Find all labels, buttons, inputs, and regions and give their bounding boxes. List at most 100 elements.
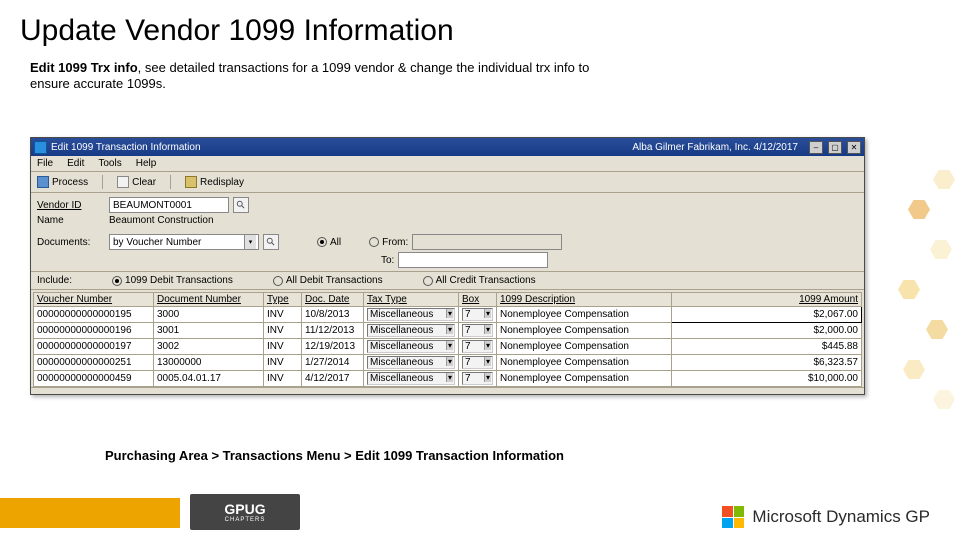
clear-label: Clear	[132, 177, 156, 188]
cell-type: INV	[264, 355, 302, 371]
cell-voucher: 00000000000000197	[34, 339, 154, 355]
menu-help[interactable]: Help	[136, 158, 157, 169]
label-include: Include:	[37, 275, 72, 286]
gpug-logo-text: GPUG	[224, 501, 265, 517]
cell-type: INV	[264, 323, 302, 339]
radio-all-debit[interactable]: All Debit Transactions	[273, 275, 383, 286]
radio-all[interactable]: All	[317, 237, 341, 248]
documents-lookup-button[interactable]	[263, 234, 279, 250]
table-row[interactable]: 000000000000001973002INV12/19/2013Miscel…	[34, 339, 862, 355]
radio-all-label: All	[330, 237, 341, 248]
transactions-table: Voucher Number Document Number Type Doc.…	[33, 292, 862, 387]
menu-edit[interactable]: Edit	[67, 158, 84, 169]
cell-date: 4/12/2017	[302, 371, 364, 387]
radio-dot-icon	[317, 237, 327, 247]
cell-box[interactable]: 7	[459, 371, 497, 387]
redisplay-icon	[185, 176, 197, 188]
label-name: Name	[37, 215, 105, 226]
cell-box[interactable]: 7	[459, 355, 497, 371]
table-header: Voucher Number Document Number Type Doc.…	[34, 293, 862, 307]
radio-1099-debit-label: 1099 Debit Transactions	[125, 275, 233, 286]
col-doc[interactable]: Document Number	[154, 293, 264, 307]
cell-doc: 0005.04.01.17	[154, 371, 264, 387]
ms-dynamics-text: Microsoft Dynamics GP	[752, 507, 930, 527]
gold-accent-bar	[0, 498, 180, 528]
radio-from-label: From:	[382, 237, 408, 248]
radio-1099-debit[interactable]: 1099 Debit Transactions	[112, 275, 233, 286]
table-row[interactable]: 000000000000001963001INV11/12/2013Miscel…	[34, 323, 862, 339]
from-field	[412, 234, 562, 250]
radio-from[interactable]: From:	[369, 237, 408, 248]
table-row[interactable]: 0000000000000025113000000INV1/27/2014Mis…	[34, 355, 862, 371]
process-button[interactable]: Process	[37, 176, 88, 188]
cell-tax[interactable]: Miscellaneous	[364, 307, 459, 323]
cell-desc: Nonemployee Compensation	[497, 371, 672, 387]
col-type[interactable]: Type	[264, 293, 302, 307]
cell-amount[interactable]: $6,323.57	[672, 355, 862, 371]
col-voucher[interactable]: Voucher Number	[34, 293, 154, 307]
cell-doc: 3001	[154, 323, 264, 339]
cell-date: 11/12/2013	[302, 323, 364, 339]
cell-tax[interactable]: Miscellaneous	[364, 339, 459, 355]
cell-desc: Nonemployee Compensation	[497, 339, 672, 355]
vendor-name-value: Beaumont Construction	[109, 215, 214, 226]
cell-type: INV	[264, 339, 302, 355]
table-row[interactable]: 000000000000004590005.04.01.17INV4/12/20…	[34, 371, 862, 387]
col-tax[interactable]: Tax Type	[364, 293, 459, 307]
user-context: Alba Gilmer Fabrikam, Inc. 4/12/2017	[632, 142, 798, 153]
subtitle-bold: Edit 1099 Trx info	[30, 60, 138, 75]
menu-tools[interactable]: Tools	[98, 158, 121, 169]
cell-type: INV	[264, 307, 302, 323]
redisplay-label: Redisplay	[200, 177, 244, 188]
cell-desc: Nonemployee Compensation	[497, 355, 672, 371]
ms-dynamics-logo: Microsoft Dynamics GP	[722, 506, 930, 528]
radio-all-credit[interactable]: All Credit Transactions	[423, 275, 536, 286]
cell-doc: 3002	[154, 339, 264, 355]
radio-dot-icon	[112, 276, 122, 286]
close-button[interactable]: ✕	[847, 141, 861, 154]
vendor-id-field[interactable]	[109, 197, 229, 213]
vendor-lookup-button[interactable]	[233, 197, 249, 213]
cell-box[interactable]: 7	[459, 307, 497, 323]
col-date[interactable]: Doc. Date	[302, 293, 364, 307]
cell-voucher: 00000000000000196	[34, 323, 154, 339]
menubar: File Edit Tools Help	[31, 156, 864, 172]
maximize-button[interactable]: ▢	[828, 141, 842, 154]
hex-pattern-decoration	[865, 160, 960, 420]
radio-all-debit-label: All Debit Transactions	[286, 275, 383, 286]
to-field[interactable]	[398, 252, 548, 268]
col-box[interactable]: Box	[459, 293, 497, 307]
cell-box[interactable]: 7	[459, 323, 497, 339]
table-row[interactable]: 000000000000001953000INV10/8/2013Miscell…	[34, 307, 862, 323]
statusbar	[31, 387, 864, 394]
cell-amount[interactable]: $2,067.00	[672, 307, 862, 323]
col-desc[interactable]: 1099 Description	[497, 293, 672, 307]
cell-amount[interactable]: $10,000.00	[672, 371, 862, 387]
cell-tax[interactable]: Miscellaneous	[364, 323, 459, 339]
menu-file[interactable]: File	[37, 158, 53, 169]
minimize-button[interactable]: –	[809, 141, 823, 154]
redisplay-button[interactable]: Redisplay	[185, 176, 244, 188]
process-icon	[37, 176, 49, 188]
cell-box[interactable]: 7	[459, 339, 497, 355]
search-icon	[236, 200, 246, 210]
cell-tax[interactable]: Miscellaneous	[364, 355, 459, 371]
documents-dropdown[interactable]: by Voucher Number▾	[109, 234, 259, 250]
cell-type: INV	[264, 371, 302, 387]
gpug-logo-subtext: CHAPTERS	[225, 517, 266, 523]
col-amount[interactable]: 1099 Amount	[672, 293, 862, 307]
search-icon	[266, 237, 276, 247]
clear-button[interactable]: Clear	[117, 176, 156, 188]
label-to: To:	[381, 255, 394, 266]
clear-icon	[117, 176, 129, 188]
cell-amount[interactable]: $445.88	[672, 339, 862, 355]
cell-tax[interactable]: Miscellaneous	[364, 371, 459, 387]
cell-doc: 3000	[154, 307, 264, 323]
gpug-logo: GPUG CHAPTERS	[190, 494, 300, 530]
cell-voucher: 00000000000000459	[34, 371, 154, 387]
app-window: Edit 1099 Transaction Information Alba G…	[30, 137, 865, 395]
cell-amount[interactable]: $2,000.00	[672, 323, 862, 339]
cell-desc: Nonemployee Compensation	[497, 307, 672, 323]
cell-doc: 13000000	[154, 355, 264, 371]
radio-circle-icon	[369, 237, 379, 247]
